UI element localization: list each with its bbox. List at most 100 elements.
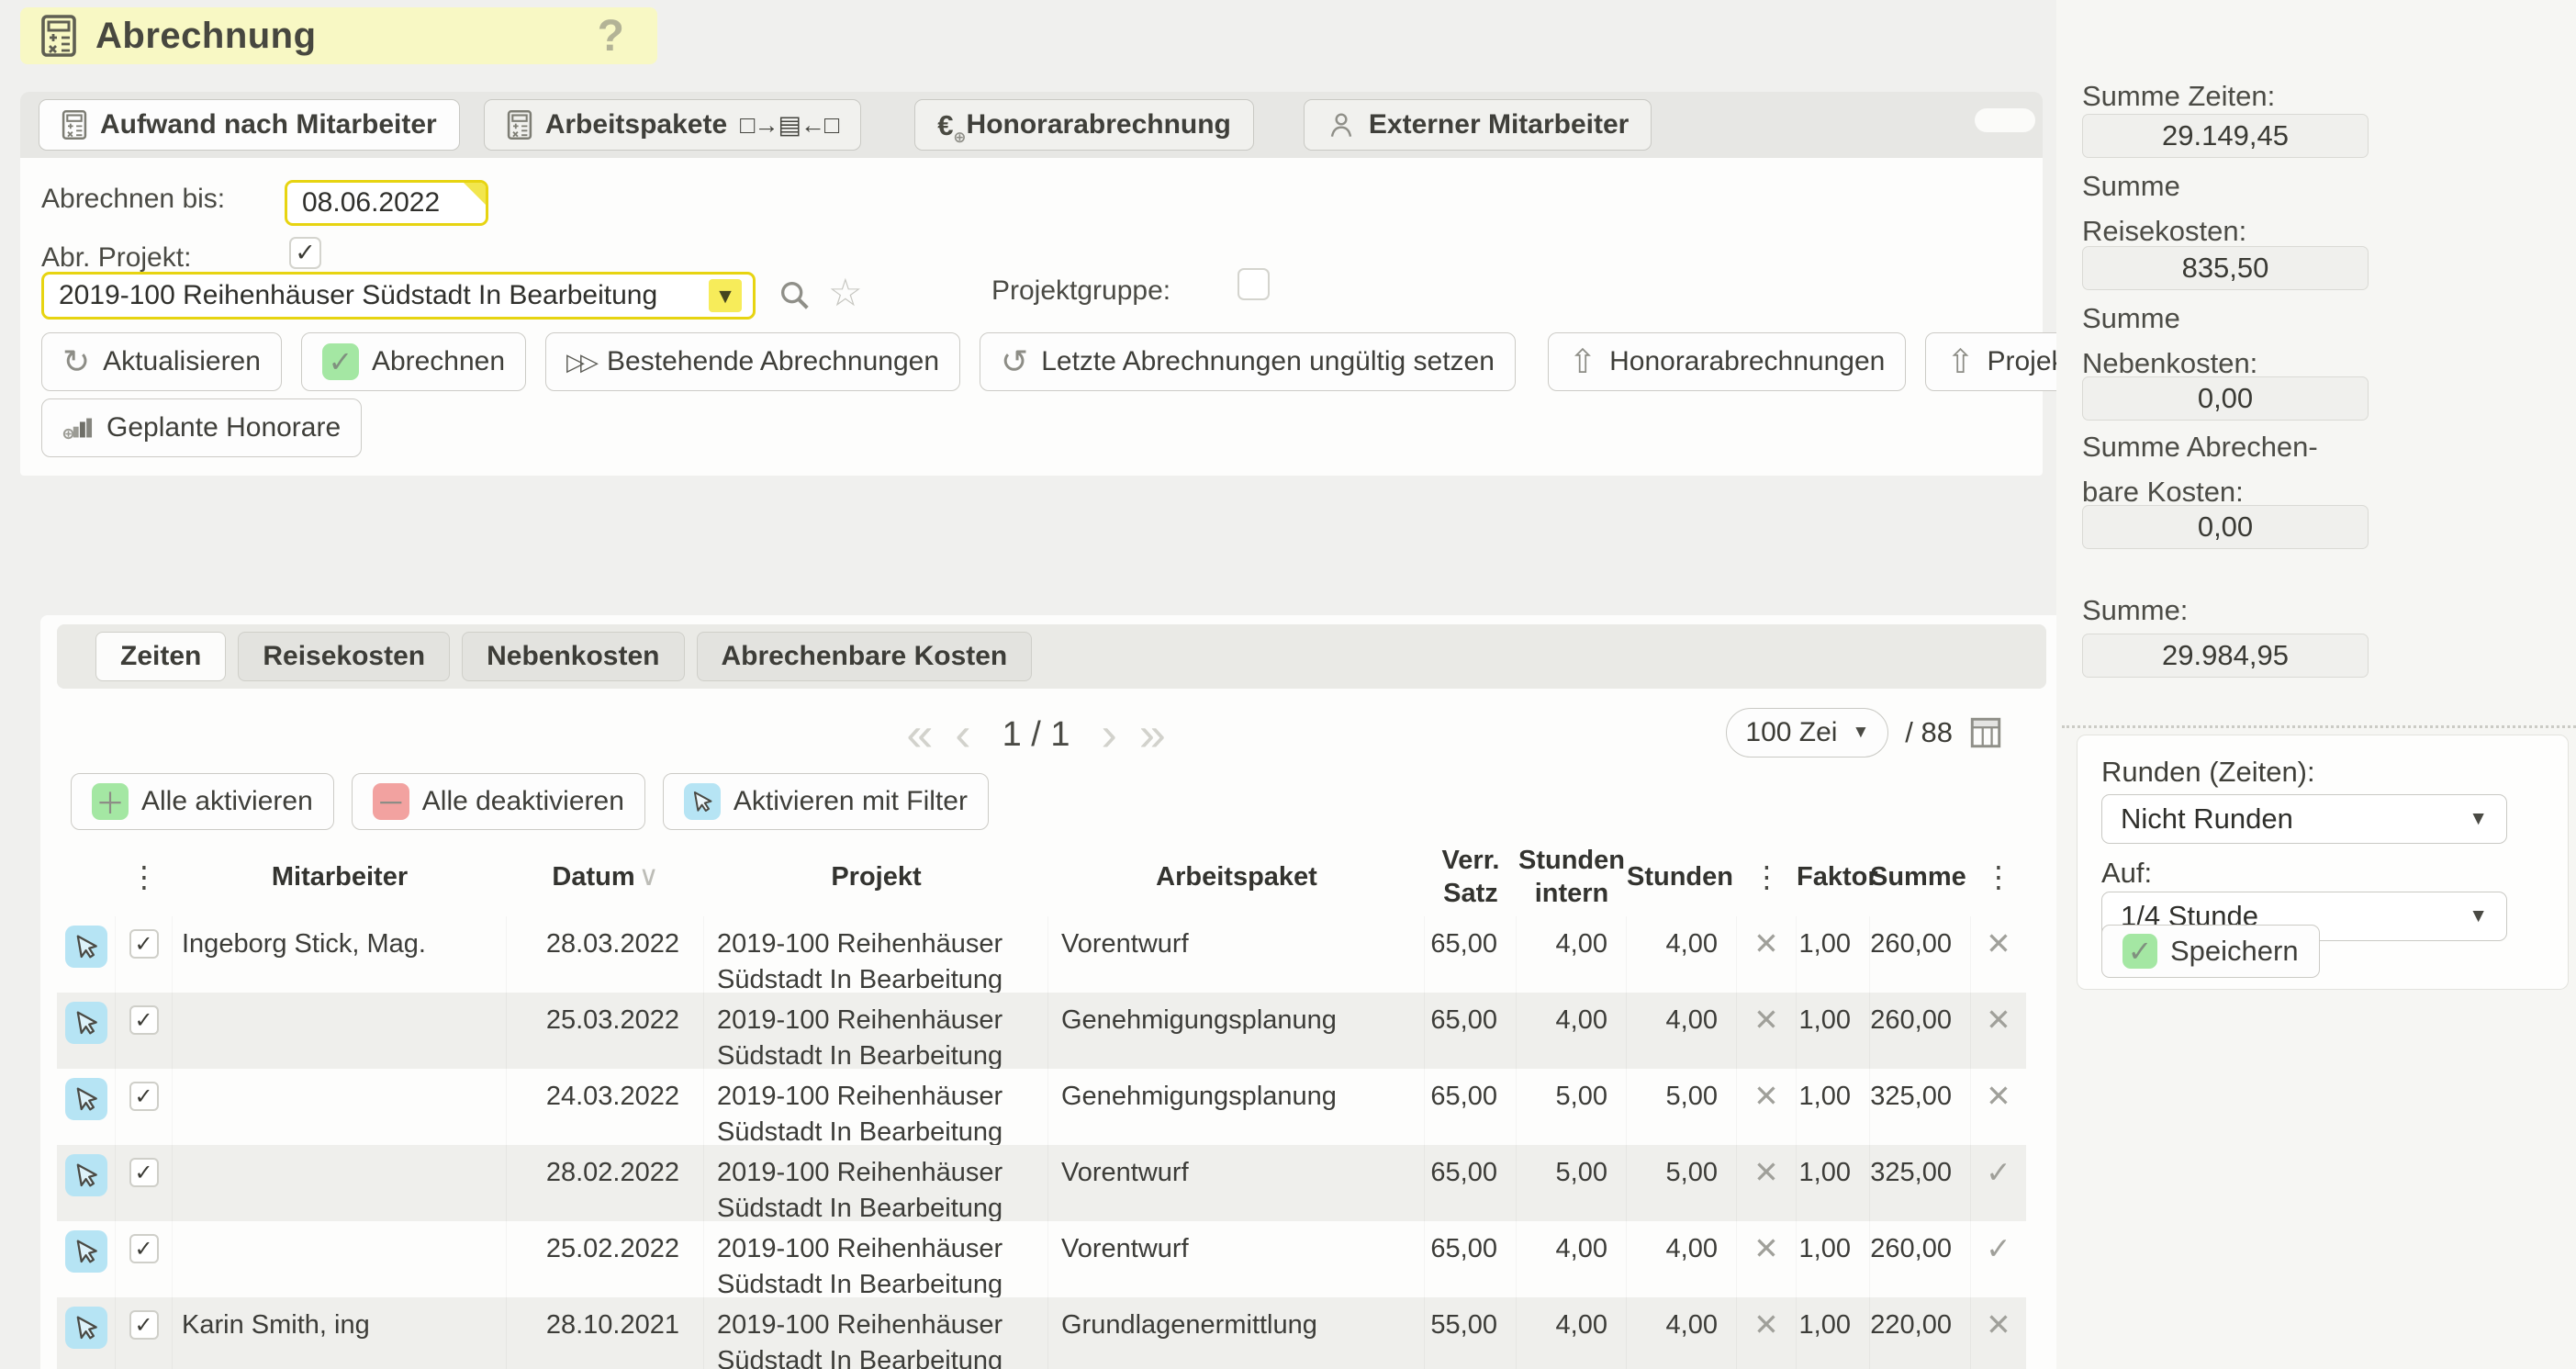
cell-projekt: 2019-100 Reihenhäuser Südstadt In Bearbe… (704, 1221, 1048, 1297)
abr-projekt-checkbox[interactable]: ✓ (289, 237, 321, 269)
page-size-select[interactable]: 100 Zei ▼ (1726, 708, 1888, 757)
summe-reisekosten-label: Summe Reisekosten: (2082, 163, 2246, 253)
panel-handle[interactable] (1975, 108, 2035, 132)
cursor-icon[interactable] (65, 1230, 107, 1273)
row-checkbox[interactable]: ✓ (129, 1310, 159, 1340)
first-page-icon[interactable]: « (906, 711, 933, 758)
remove-icon[interactable]: ✕ (1753, 1307, 1779, 1341)
tab-reisekosten[interactable]: Reisekosten (238, 632, 450, 681)
column-menu-icon[interactable]: ⋮ (116, 859, 173, 894)
alle-aktivieren-button[interactable]: ＋ Alle aktivieren (71, 773, 334, 830)
cursor-icon[interactable] (65, 1078, 107, 1120)
checkmark-icon: ✓ (134, 1307, 152, 1343)
row-status-icon[interactable]: ✓ (1986, 1231, 2011, 1265)
col-faktor[interactable]: Faktor (1797, 860, 1870, 893)
remove-icon[interactable]: ✕ (1753, 1079, 1779, 1113)
cursor-icon[interactable] (65, 1002, 107, 1044)
prev-page-icon[interactable]: ‹ (955, 711, 970, 758)
checkmark-icon: ✓ (134, 1155, 152, 1191)
row-status-icon[interactable]: ✕ (1986, 926, 2011, 960)
tab-arbeitspakete[interactable]: Arbeitspakete □→▤←□ (484, 99, 862, 151)
button-label: Alle deaktivieren (422, 786, 624, 817)
cursor-icon[interactable] (65, 1154, 107, 1196)
column-menu-icon[interactable]: ⋮ (1737, 859, 1797, 894)
row-status-icon[interactable]: ✕ (1986, 1003, 2011, 1037)
remove-icon[interactable]: ✕ (1753, 1003, 1779, 1037)
tab-nebenkosten[interactable]: Nebenkosten (462, 632, 684, 681)
tab-label: Honorarabrechnung (967, 109, 1231, 140)
cell-arbeitspaket: Genehmigungsplanung (1048, 1069, 1425, 1145)
checkmark-icon: ✓ (134, 926, 152, 962)
cell-verr-satz: 55,00 (1425, 1297, 1517, 1369)
table-row: ✓ 25.02.2022 2019-100 Reihenhäuser Südst… (57, 1221, 2026, 1297)
runden-select[interactable]: Nicht Runden ▼ (2101, 794, 2507, 844)
remove-icon[interactable]: ✕ (1753, 926, 1779, 960)
page-title: Abrechnung (95, 16, 317, 57)
page-size-controls: 100 Zei ▼ / 88 (1726, 708, 2002, 757)
speichern-button[interactable]: ✓ Speichern (2101, 925, 2320, 978)
cell-faktor: 1,00 (1797, 916, 1870, 993)
cell-faktor: 1,00 (1797, 1297, 1870, 1369)
aktivieren-mit-filter-button[interactable]: Aktivieren mit Filter (663, 773, 989, 830)
table-grid-icon[interactable] (1969, 714, 2002, 751)
cell-mitarbeiter (173, 1221, 507, 1297)
tab-zeiten[interactable]: Zeiten (95, 632, 226, 681)
abr-projekt-label: Abr. Projekt: (41, 242, 191, 274)
projekt-select[interactable]: 2019-100 Reihenhäuser Südstadt In Bearbe… (41, 272, 756, 320)
alle-deaktivieren-button[interactable]: － Alle deaktivieren (352, 773, 645, 830)
col-stunden[interactable]: Stunden (1627, 860, 1737, 893)
auf-label: Auf: (2101, 857, 2152, 890)
col-verr-satz[interactable]: Verr. Satz (1425, 844, 1517, 910)
row-checkbox[interactable]: ✓ (129, 1005, 159, 1035)
col-summe[interactable]: Summe (1870, 860, 1971, 893)
row-status-icon[interactable]: ✓ (1986, 1155, 2011, 1189)
col-stunden-intern[interactable]: Stunden intern (1517, 844, 1627, 910)
col-mitarbeiter[interactable]: Mitarbeiter (173, 860, 507, 893)
favorite-star-icon[interactable]: ☆ (828, 274, 863, 312)
projektgruppe-checkbox[interactable] (1238, 268, 1270, 300)
abrechnen-bis-input[interactable]: 08.06.2022 (285, 180, 488, 226)
runden-value: Nicht Runden (2121, 802, 2293, 836)
col-projekt[interactable]: Projekt (704, 860, 1048, 893)
aktualisieren-button[interactable]: ↻ Aktualisieren (41, 332, 282, 391)
abrechnen-button[interactable]: ✓ Abrechnen (301, 332, 526, 391)
tab-externer-mitarbeiter[interactable]: Externer Mitarbeiter (1304, 99, 1652, 151)
cursor-icon[interactable] (65, 1307, 107, 1349)
minus-icon: － (373, 783, 409, 820)
tab-honorarabrechnung[interactable]: €⊕ Honorarabrechnung (914, 99, 1254, 151)
row-select-cell (57, 916, 116, 993)
total-rows: / 88 (1905, 716, 1953, 749)
checkmark-icon: ✓ (295, 239, 316, 267)
row-checkbox[interactable]: ✓ (129, 1082, 159, 1111)
help-icon[interactable]: ? (598, 11, 624, 62)
row-checkbox[interactable]: ✓ (129, 1234, 159, 1263)
cell-mitarbeiter (173, 1145, 507, 1221)
tab-label: Nebenkosten (487, 641, 659, 672)
row-checkbox[interactable]: ✓ (129, 1158, 159, 1187)
col-datum[interactable]: Datum∨ (507, 860, 704, 893)
next-page-icon[interactable]: › (1102, 711, 1117, 758)
row-status-icon[interactable]: ✕ (1986, 1307, 2011, 1341)
cursor-icon[interactable] (65, 926, 107, 968)
row-status-icon[interactable]: ✕ (1986, 1079, 2011, 1113)
results-panel: Zeiten Reisekosten Nebenkosten Abrechenb… (40, 615, 2063, 1369)
column-menu-icon[interactable]: ⋮ (1971, 859, 2026, 894)
letzte-abrechnungen-ungueltig-button[interactable]: ↺ Letzte Abrechnungen ungültig setzen (980, 332, 1516, 391)
row-checkbox[interactable]: ✓ (129, 929, 159, 959)
last-page-icon[interactable]: » (1139, 711, 1166, 758)
cell-projekt: 2019-100 Reihenhäuser Südstadt In Bearbe… (704, 1069, 1048, 1145)
cell-row-status: ✕ (1971, 1069, 2026, 1145)
pager: « ‹ 1 / 1 › » (906, 702, 1165, 767)
remove-icon[interactable]: ✕ (1753, 1231, 1779, 1265)
main-area: Aufwand nach Mitarbeiter Arbeitspakete □… (20, 92, 2043, 476)
col-arbeitspaket[interactable]: Arbeitspaket (1048, 860, 1425, 893)
cell-projekt: 2019-100 Reihenhäuser Südstadt In Bearbe… (704, 1297, 1048, 1369)
remove-icon[interactable]: ✕ (1753, 1155, 1779, 1189)
tab-abrechenbare-kosten[interactable]: Abrechenbare Kosten (697, 632, 1033, 681)
bestehende-abrechnungen-button[interactable]: ▷▷ Bestehende Abrechnungen (545, 332, 960, 391)
tab-aufwand-nach-mitarbeiter[interactable]: Aufwand nach Mitarbeiter (39, 99, 460, 151)
calculator-icon (40, 14, 77, 58)
geplante-honorare-button[interactable]: Geplante Honorare (41, 398, 362, 457)
honorarabrechnungen-button[interactable]: ⇧ Honorarabrechnungen (1548, 332, 1906, 391)
search-icon[interactable] (777, 277, 813, 314)
